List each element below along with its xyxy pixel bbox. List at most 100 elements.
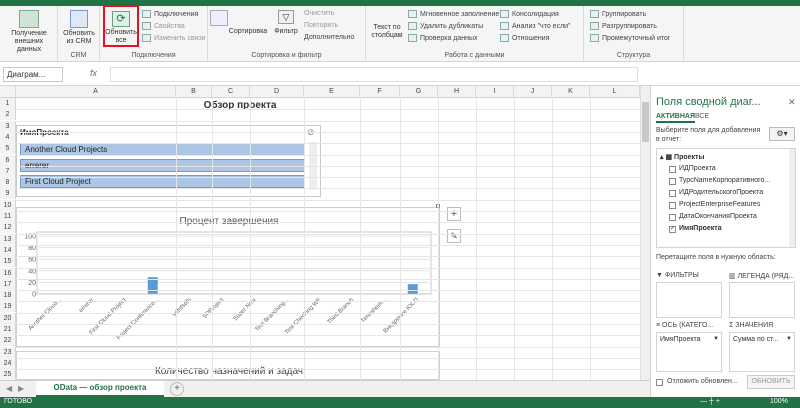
row-header[interactable]: 25	[0, 369, 16, 380]
formula-input[interactable]	[110, 67, 638, 82]
tab-all[interactable]: ВСЕ	[695, 113, 709, 120]
axis-drop-area[interactable]: ИмяПроекта ▼	[656, 332, 722, 372]
field-item[interactable]: ТурсNameКорпоративного...	[679, 177, 770, 184]
column-header[interactable]: J	[514, 86, 552, 98]
tab-nav-right-icon[interactable]: ▶	[18, 384, 24, 393]
row-header[interactable]: 3	[0, 120, 16, 132]
row-header[interactable]: 13	[0, 233, 16, 245]
flash-fill-button[interactable]: Мгновенное заполнение	[408, 10, 499, 18]
field-checkbox[interactable]	[669, 214, 676, 221]
column-header[interactable]: L	[590, 86, 640, 98]
row-header[interactable]: 1	[0, 98, 16, 109]
chart-styles-brush-icon[interactable]: ✎	[447, 229, 461, 243]
legend-drop-area[interactable]	[729, 282, 795, 318]
sheet-tab-active[interactable]: OData — обзор проекта	[36, 381, 164, 397]
edit-links-button[interactable]: Изменить связи	[142, 34, 206, 42]
refresh-all-button[interactable]: ⟳ Обновить все	[103, 5, 139, 47]
what-if-button[interactable]: Анализ "что если"	[500, 22, 571, 30]
refresh-crm-button[interactable]: Обновить из CRM	[60, 10, 98, 46]
row-header[interactable]: 11	[0, 211, 16, 222]
row-header[interactable]: 20	[0, 312, 16, 324]
filters-drop-area[interactable]	[656, 282, 722, 318]
close-pane-icon[interactable]: ✕	[788, 97, 796, 108]
sort-az-icon[interactable]	[210, 10, 228, 26]
field-item[interactable]: ProjectEnterpriseFeatures	[679, 201, 760, 208]
group-button[interactable]: Группировать	[590, 10, 646, 18]
field-checkbox[interactable]	[669, 202, 676, 209]
column-header[interactable]: E	[304, 86, 360, 98]
row-header[interactable]: 23	[0, 346, 16, 358]
row-header[interactable]: 17	[0, 278, 16, 290]
tab-active[interactable]: АКТИВНАЯ	[656, 113, 696, 123]
chart-elements-plus-icon[interactable]: +	[447, 207, 461, 221]
row-header[interactable]: 8	[0, 177, 16, 189]
column-header[interactable]: A	[16, 86, 176, 98]
remove-duplicates-button[interactable]: Удалить дубликаты	[408, 22, 483, 30]
column-header[interactable]: K	[552, 86, 590, 98]
project-slicer[interactable]: ИмяПроекта ⊘ Another Cloud Projects erre…	[16, 125, 321, 197]
settings-gear-icon[interactable]: ⚙▾	[769, 127, 795, 141]
properties-button[interactable]: Свойства	[142, 22, 185, 30]
tab-nav-left-icon[interactable]: ◀	[6, 384, 12, 393]
sort-button[interactable]: Сортировка	[228, 28, 268, 36]
get-external-data-button[interactable]: Получение внешних данных	[4, 10, 54, 54]
row-header[interactable]: 6	[0, 154, 16, 166]
column-header[interactable]: D	[250, 86, 304, 98]
row-header[interactable]: 21	[0, 324, 16, 335]
row-header[interactable]: 4	[0, 131, 16, 143]
field-item[interactable]: ИмяПроекта	[679, 225, 722, 232]
table-node[interactable]: ▴ ▦ Проекты	[660, 153, 704, 161]
row-header[interactable]: 5	[0, 143, 16, 155]
values-drop-area[interactable]: Сумма по ст... ▼	[729, 332, 795, 372]
row-header[interactable]: 15	[0, 256, 16, 268]
axis-field-item[interactable]: ИмяПроекта	[660, 336, 701, 343]
row-header[interactable]: 16	[0, 267, 16, 279]
field-item[interactable]: ИДПроекта	[679, 165, 716, 172]
column-header[interactable]: H	[438, 86, 476, 98]
filter-button[interactable]: ▽ Фильтр	[272, 10, 300, 36]
vertical-scrollbar[interactable]	[640, 86, 650, 380]
column-header[interactable]: G	[400, 86, 438, 98]
row-header[interactable]: 10	[0, 199, 16, 211]
data-validation-button[interactable]: Проверка данных	[408, 34, 478, 42]
row-header[interactable]: 18	[0, 290, 16, 302]
subtotal-button[interactable]: Промежуточный итог	[590, 34, 670, 42]
column-header[interactable]: B	[176, 86, 212, 98]
field-checkbox[interactable]: ✓	[669, 226, 676, 233]
field-checkbox[interactable]	[669, 166, 676, 173]
ungroup-button[interactable]: Разгруппировать	[590, 22, 657, 30]
dropdown-arrow-icon[interactable]: ▼	[713, 336, 719, 342]
advanced-filter-button[interactable]: Дополнительно	[304, 34, 354, 41]
field-checkbox[interactable]	[669, 190, 676, 197]
row-header[interactable]: 14	[0, 244, 16, 256]
relationships-button[interactable]: Отношения	[500, 34, 550, 42]
update-button[interactable]: ОБНОВИТЬ	[747, 375, 795, 389]
completion-chart[interactable]: Процент завершения020406080100Another Cl…	[16, 207, 440, 347]
select-all-corner[interactable]	[0, 86, 16, 98]
scroll-thumb[interactable]	[642, 102, 649, 142]
clear-filter-button[interactable]: Очистить	[304, 10, 334, 17]
dropdown-arrow-icon[interactable]: ▼	[786, 336, 792, 342]
row-header[interactable]: 12	[0, 222, 16, 234]
field-item[interactable]: ИДРодительскогоПроекта	[679, 189, 763, 196]
column-header[interactable]: I	[476, 86, 514, 98]
values-field-item[interactable]: Сумма по ст...	[733, 336, 778, 343]
defer-update-checkbox[interactable]	[656, 379, 663, 386]
reapply-button[interactable]: Повторить	[304, 22, 338, 29]
add-sheet-icon[interactable]: +	[170, 382, 184, 396]
field-item[interactable]: ДатаОкончанияПроекта	[679, 213, 757, 220]
field-list-scrollbar[interactable]	[789, 149, 795, 247]
fx-icon[interactable]: fx	[90, 68, 97, 78]
row-header[interactable]: 22	[0, 335, 16, 347]
consolidate-button[interactable]: Консолидация	[500, 10, 559, 18]
field-checkbox[interactable]	[669, 178, 676, 185]
row-header[interactable]: 7	[0, 165, 16, 177]
text-to-columns-button[interactable]: Текст по столбцам	[370, 24, 404, 40]
column-header[interactable]: F	[360, 86, 400, 98]
name-box[interactable]: Диаграм...	[3, 67, 63, 82]
zoom-slider[interactable]: — ┼ +	[700, 398, 720, 405]
column-header[interactable]: C	[212, 86, 250, 98]
assignments-chart[interactable]: Количество назначений и задач	[16, 351, 440, 380]
row-header[interactable]: 24	[0, 357, 16, 369]
row-header[interactable]: 19	[0, 301, 16, 313]
